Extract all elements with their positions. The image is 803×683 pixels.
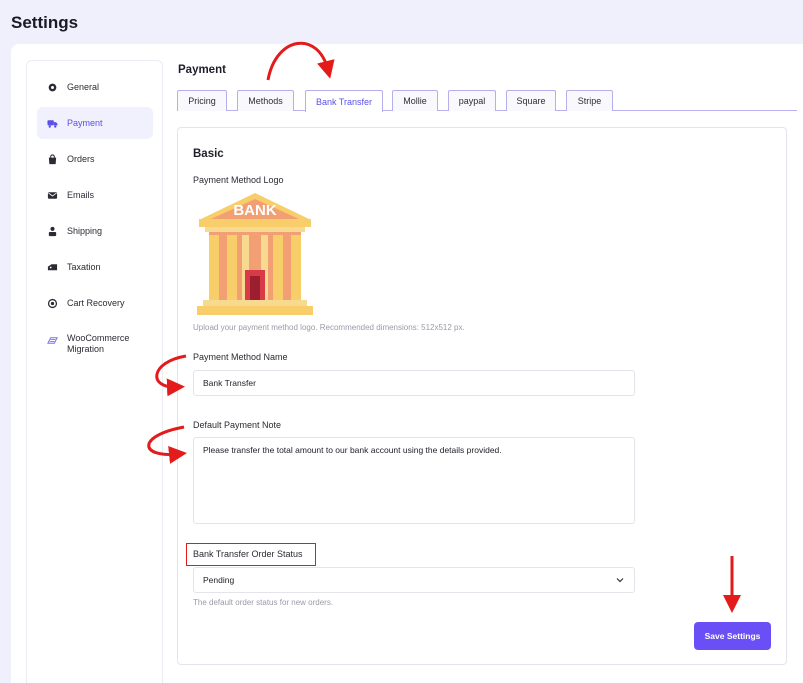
migration-icon bbox=[47, 335, 58, 346]
sidebar-item-label: General bbox=[67, 81, 100, 92]
sidebar-item-taxation[interactable]: Taxation bbox=[37, 251, 153, 283]
tab-pricing[interactable]: Pricing bbox=[177, 90, 227, 111]
payment-method-logo[interactable]: BANK bbox=[195, 193, 315, 316]
tab-methods[interactable]: Methods bbox=[237, 90, 294, 111]
sidebar-item-label: WooCommerce Migration bbox=[67, 333, 129, 355]
package-icon bbox=[47, 226, 58, 237]
card-title: Basic bbox=[193, 148, 224, 160]
method-name-label: Payment Method Name bbox=[193, 352, 288, 362]
method-name-input[interactable]: Bank Transfer bbox=[193, 370, 635, 396]
order-status-value: Pending bbox=[203, 575, 235, 585]
tab-square[interactable]: Square bbox=[506, 90, 556, 111]
sidebar-item-label: Emails bbox=[67, 189, 95, 200]
sidebar-item-label-line2: Migration bbox=[67, 344, 105, 354]
sidebar-item-general[interactable]: General bbox=[37, 71, 153, 103]
sidebar-item-cart-recovery[interactable]: Cart Recovery bbox=[37, 287, 153, 319]
page-title: Settings bbox=[11, 13, 79, 32]
tab-stripe[interactable]: Stripe bbox=[566, 90, 613, 111]
tab-bar: Pricing Methods Bank Transfer Mollie pay… bbox=[177, 90, 797, 112]
payment-note-label: Default Payment Note bbox=[193, 420, 282, 430]
logo-help-text: Upload your payment method logo. Recomme… bbox=[193, 323, 465, 332]
tab-mollie[interactable]: Mollie bbox=[392, 90, 438, 111]
sidebar-item-shipping[interactable]: Shipping bbox=[37, 215, 153, 247]
tab-bank-transfer[interactable]: Bank Transfer bbox=[305, 90, 383, 112]
save-settings-button[interactable]: Save Settings bbox=[694, 622, 771, 650]
gear-icon bbox=[47, 82, 58, 93]
order-status-label: Bank Transfer Order Status bbox=[193, 549, 303, 559]
recovery-icon bbox=[47, 298, 58, 309]
logo-label: Payment Method Logo bbox=[193, 175, 284, 185]
truck-icon bbox=[47, 118, 58, 129]
bank-sign-text: BANK bbox=[233, 202, 276, 219]
sidebar-item-label-line1: WooCommerce bbox=[67, 333, 130, 343]
sidebar-item-label: Orders bbox=[67, 153, 95, 164]
order-status-help-text: The default order status for new orders. bbox=[193, 598, 334, 607]
mail-icon bbox=[47, 190, 58, 201]
sidebar-item-emails[interactable]: Emails bbox=[37, 179, 153, 211]
section-title: Payment bbox=[178, 64, 226, 76]
sidebar-item-label: Shipping bbox=[67, 225, 103, 236]
bank-icon: BANK bbox=[197, 193, 313, 315]
tab-paypal[interactable]: paypal bbox=[448, 90, 496, 111]
sidebar-item-orders[interactable]: Orders bbox=[37, 143, 153, 175]
sidebar-item-label: Payment bbox=[67, 117, 103, 128]
payment-note-textarea[interactable]: Please transfer the total amount to our … bbox=[193, 437, 635, 524]
chevron-down-icon bbox=[616, 578, 624, 583]
sidebar-item-label: Cart Recovery bbox=[67, 297, 125, 308]
bag-icon bbox=[47, 153, 58, 165]
sidebar-item-woocommerce-migration[interactable]: WooCommerce Migration bbox=[37, 329, 153, 365]
tax-icon bbox=[47, 262, 58, 273]
order-status-select[interactable]: Pending bbox=[193, 567, 635, 593]
sidebar-item-label: Taxation bbox=[67, 261, 101, 272]
sidebar-item-payment[interactable]: Payment bbox=[37, 107, 153, 139]
